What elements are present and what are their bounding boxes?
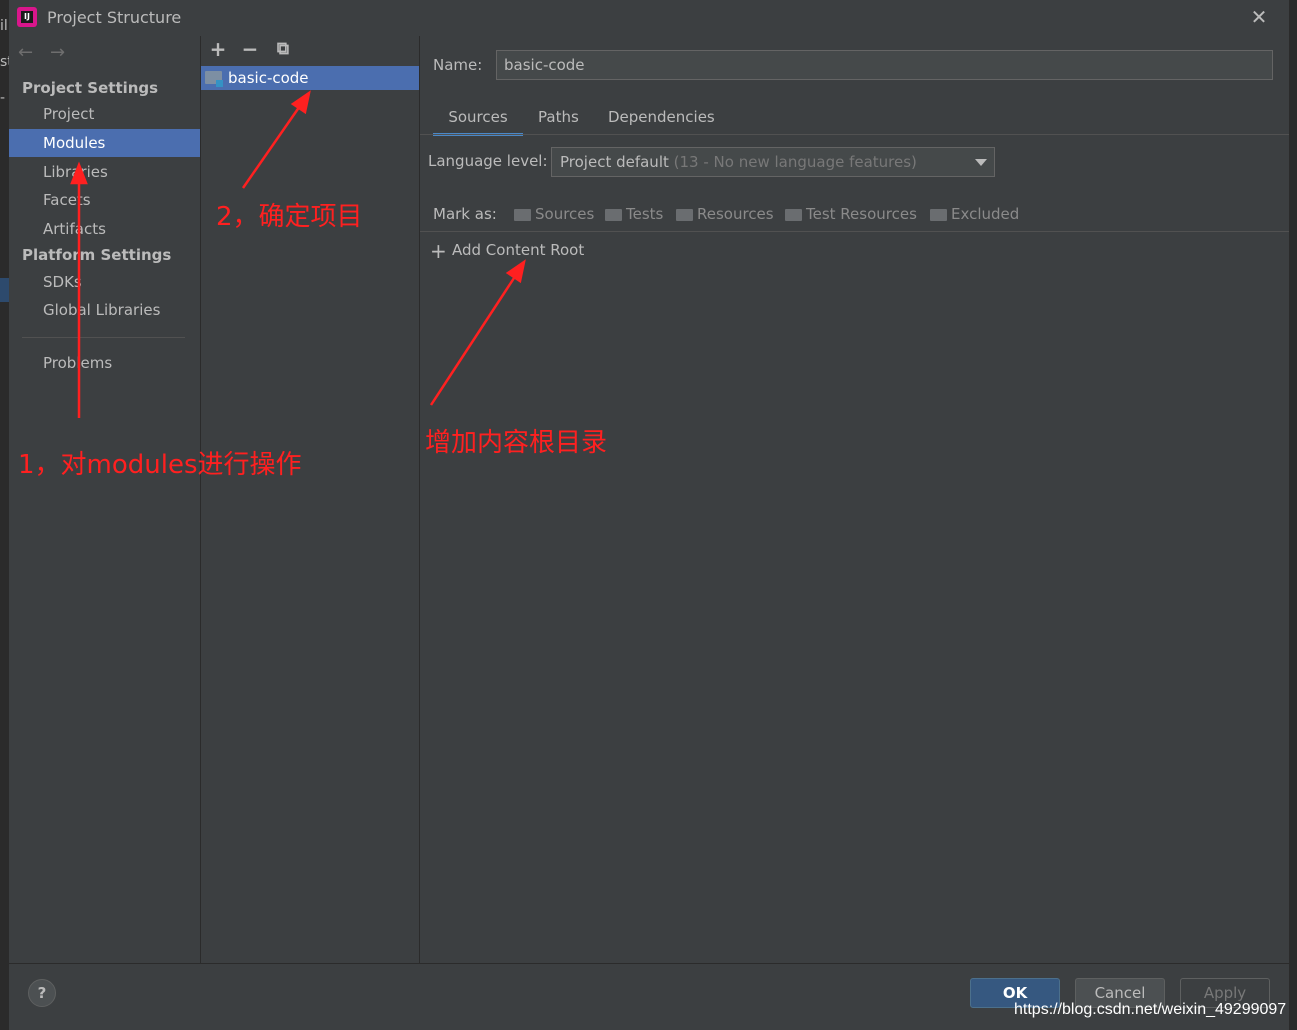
annotation-step3-text: 增加内容根目录 <box>425 428 608 458</box>
annotation-step1-text: 1，对modules进行操作 <box>18 450 302 480</box>
annotation-step2-text: 2，确定项目 <box>216 202 363 232</box>
annotation-arrow-3 <box>429 274 518 406</box>
annotation-arrowhead-3 <box>505 259 526 284</box>
annotation-arrows <box>70 90 526 418</box>
annotation-arrow-2 <box>241 102 304 189</box>
annotation-arrowhead-2 <box>290 90 311 115</box>
annotation-arrowhead-1 <box>70 161 88 185</box>
